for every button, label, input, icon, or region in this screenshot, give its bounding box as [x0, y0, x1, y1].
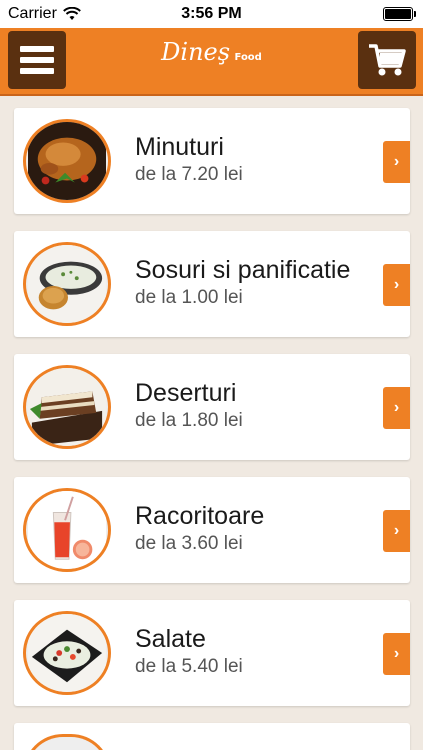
status-bar: Carrier 3:56 PM — [0, 0, 423, 28]
category-item-sosuri[interactable]: Sosuri si panificatie de la 1.00 lei › — [14, 231, 410, 337]
category-title: Salate — [135, 625, 206, 653]
cart-icon — [369, 44, 406, 76]
chevron-right-icon[interactable]: › — [383, 387, 410, 429]
app-header: Dineş Food — [0, 28, 423, 96]
category-thumb-partial — [23, 734, 111, 750]
logo-brand: Dineş — [161, 38, 231, 66]
category-price: de la 5.40 lei — [135, 656, 243, 677]
salad-plate-icon — [23, 611, 111, 695]
category-price: de la 3.60 lei — [135, 533, 243, 554]
category-price: de la 1.00 lei — [135, 287, 243, 308]
category-item-salate[interactable]: Salate de la 5.40 lei › — [14, 600, 410, 706]
chevron-right-icon[interactable]: › — [383, 264, 410, 306]
battery-icon — [383, 7, 416, 21]
category-title: Sosuri si panificatie — [135, 256, 351, 284]
sauce-bread-icon — [23, 242, 111, 326]
category-item-partial[interactable] — [14, 723, 410, 750]
chevron-right-icon[interactable]: › — [383, 510, 410, 552]
category-price: de la 7.20 lei — [135, 164, 243, 185]
category-price: de la 1.80 lei — [135, 410, 243, 431]
cart-button[interactable] — [358, 31, 416, 89]
category-title: Deserturi — [135, 379, 237, 407]
roast-chicken-icon — [23, 119, 111, 203]
category-item-racoritoare[interactable]: Racoritoare de la 3.60 lei › — [14, 477, 410, 583]
category-title: Minuturi — [135, 133, 224, 161]
logo-sub: Food — [234, 52, 262, 63]
category-item-minuturi[interactable]: Minuturi de la 7.20 lei › — [14, 108, 410, 214]
category-item-deserturi[interactable]: Deserturi de la 1.80 lei › — [14, 354, 410, 460]
chevron-right-icon[interactable]: › — [383, 141, 410, 183]
juice-glass-icon — [23, 488, 111, 572]
chevron-right-icon[interactable]: › — [383, 633, 410, 675]
category-title: Racoritoare — [135, 502, 265, 530]
status-time: 3:56 PM — [181, 5, 242, 22]
cake-icon — [23, 365, 111, 449]
